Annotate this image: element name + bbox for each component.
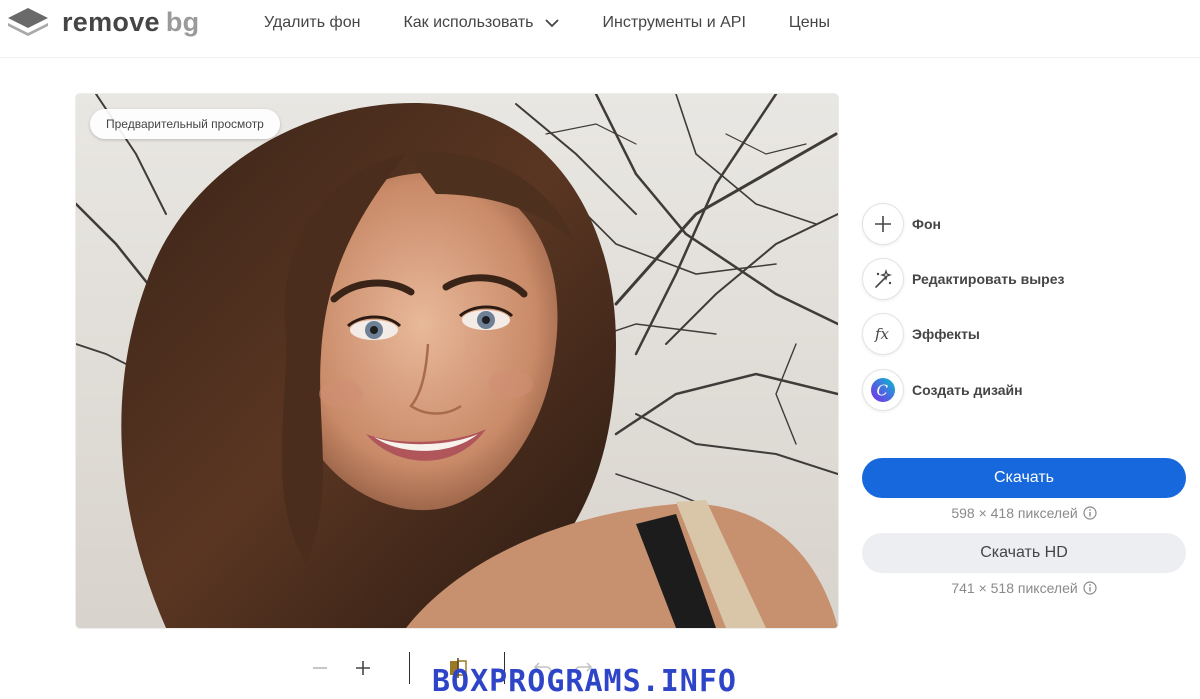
removebg-logo[interactable]: remove bg bbox=[6, 6, 199, 38]
info-icon[interactable] bbox=[1083, 506, 1097, 520]
add-background-action[interactable]: Фон bbox=[862, 202, 941, 246]
download-hd-size: 741 × 518 пикселей bbox=[862, 580, 1186, 596]
nav-item-tools-api[interactable]: Инструменты и API bbox=[603, 14, 746, 32]
download-size-text: 598 × 418 пикселей bbox=[951, 505, 1078, 521]
logo-text: remove bg bbox=[62, 6, 200, 37]
effects-action[interactable]: fx Эффекты bbox=[862, 312, 980, 356]
toolbar-divider bbox=[409, 652, 410, 684]
download-hd-size-text: 741 × 518 пикселей bbox=[951, 580, 1078, 596]
top-header: remove bg Удалить фон Как использовать Ин… bbox=[0, 0, 1200, 58]
download-hd-button[interactable]: Скачать HD bbox=[862, 533, 1186, 573]
zoom-out-icon[interactable] bbox=[305, 650, 335, 686]
chevron-down-icon bbox=[544, 18, 560, 28]
canva-icon: C bbox=[862, 369, 904, 411]
image-preview[interactable]: Предварительный просмотр bbox=[76, 94, 838, 628]
fx-icon: fx bbox=[862, 313, 904, 355]
action-label-effects: Эффекты bbox=[912, 326, 980, 342]
info-icon[interactable] bbox=[1083, 581, 1097, 595]
portrait-photo bbox=[76, 94, 838, 628]
watermark-text: BOXPROGRAMS.INFO bbox=[432, 664, 737, 699]
edit-cutout-action[interactable]: Редактировать вырез bbox=[862, 257, 1064, 301]
action-label-create-design: Создать дизайн bbox=[912, 382, 1023, 398]
action-label-edit-cutout: Редактировать вырез bbox=[912, 271, 1065, 287]
download-button[interactable]: Скачать bbox=[862, 458, 1186, 498]
create-design-action[interactable]: C Создать дизайн bbox=[862, 368, 1023, 412]
zoom-in-icon[interactable] bbox=[348, 650, 378, 686]
download-size: 598 × 418 пикселей bbox=[862, 505, 1186, 521]
magic-wand-icon bbox=[862, 258, 904, 300]
nav-item-remove-bg[interactable]: Удалить фон bbox=[264, 14, 360, 32]
nav-item-how-to-use[interactable]: Как использовать bbox=[403, 14, 559, 32]
logo-layers-icon bbox=[6, 6, 50, 38]
plus-icon bbox=[862, 203, 904, 245]
svg-text:fx: fx bbox=[874, 325, 890, 343]
svg-text:C: C bbox=[877, 382, 889, 400]
action-label-background: Фон bbox=[912, 216, 941, 232]
nav-item-pricing[interactable]: Цены bbox=[789, 14, 830, 32]
main-nav: Удалить фон Как использовать Инструменты… bbox=[264, 14, 873, 32]
preview-badge: Предварительный просмотр bbox=[90, 109, 280, 139]
